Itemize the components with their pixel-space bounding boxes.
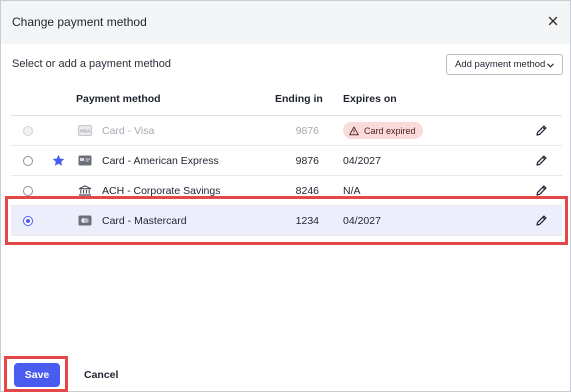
warning-icon xyxy=(349,126,359,135)
ending-in-value: 8246 xyxy=(295,185,319,197)
column-header-ending-in: Ending in xyxy=(275,93,323,105)
table-row: VISA Card - Visa 9876 Card expired xyxy=(11,116,562,146)
pencil-icon[interactable] xyxy=(535,154,548,167)
close-icon[interactable] xyxy=(545,13,561,29)
payment-method-name: Card - Visa xyxy=(102,125,155,137)
visa-card-icon: VISA xyxy=(78,125,92,136)
row-radio[interactable] xyxy=(23,216,33,226)
expires-on-value: N/A xyxy=(343,185,361,197)
expires-on-value: 04/2027 xyxy=(343,215,381,227)
star-icon xyxy=(52,154,65,166)
change-payment-dialog: Change payment method Select or add a pa… xyxy=(0,0,571,392)
expires-on-value: 04/2027 xyxy=(343,155,381,167)
ending-in-value: 9876 xyxy=(295,125,319,137)
pencil-icon[interactable] xyxy=(535,184,548,197)
column-header-payment-method: Payment method xyxy=(76,93,161,105)
bank-icon xyxy=(78,185,92,196)
ending-in-value: 1234 xyxy=(295,215,319,227)
pencil-icon[interactable] xyxy=(535,214,548,227)
status-badge: Card expired xyxy=(343,122,423,139)
table-header: Payment method Ending in Expires on xyxy=(11,85,562,116)
add-payment-method-label: Add payment method xyxy=(455,59,546,70)
card-icon xyxy=(78,155,92,166)
row-radio[interactable] xyxy=(23,186,33,196)
add-payment-method-button[interactable]: Add payment method xyxy=(446,54,563,75)
table-row: ACH - Corporate Savings 8246 N/A xyxy=(11,176,562,206)
status-badge-label: Card expired xyxy=(364,125,416,136)
dialog-subtitle: Select or add a payment method xyxy=(12,58,171,70)
pencil-icon[interactable] xyxy=(535,124,548,137)
dialog-title: Change payment method xyxy=(12,15,147,29)
row-radio xyxy=(23,126,33,136)
ending-in-value: 9876 xyxy=(295,155,319,167)
save-button[interactable]: Save xyxy=(14,363,60,387)
row-radio[interactable] xyxy=(23,156,33,166)
dialog-header: Change payment method xyxy=(1,1,570,44)
payment-method-name: ACH - Corporate Savings xyxy=(102,185,221,197)
table-row: Card - Mastercard 1234 04/2027 xyxy=(11,206,562,236)
svg-text:VISA: VISA xyxy=(80,129,91,134)
mastercard-icon xyxy=(78,215,92,226)
payment-methods-table: Payment method Ending in Expires on VISA… xyxy=(11,85,562,236)
cancel-button[interactable]: Cancel xyxy=(84,369,118,381)
chevron-down-icon xyxy=(547,63,554,68)
column-header-expires-on: Expires on xyxy=(343,93,397,105)
payment-method-name: Card - Mastercard xyxy=(102,215,187,227)
table-row: Card - American Express 9876 04/2027 xyxy=(11,146,562,176)
payment-method-name: Card - American Express xyxy=(102,155,219,167)
